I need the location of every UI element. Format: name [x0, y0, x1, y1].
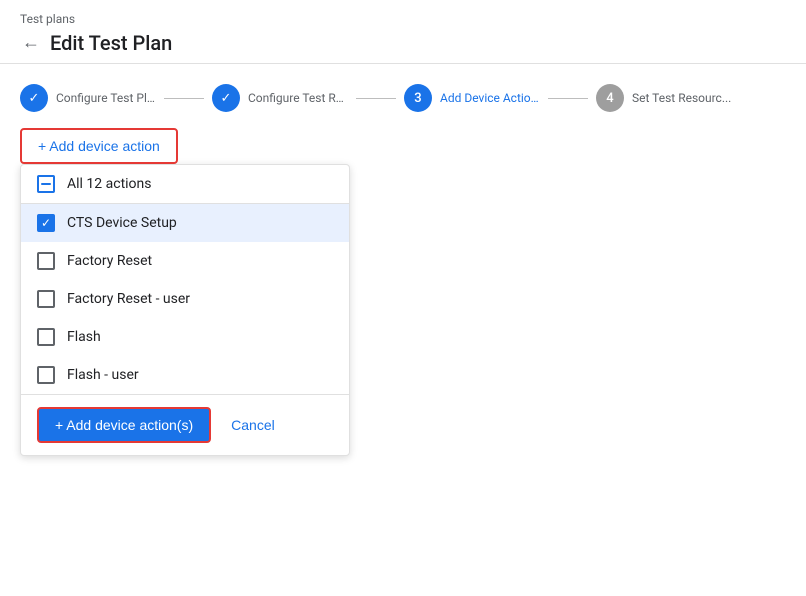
step-2: ✓ Configure Test Ru... [212, 84, 348, 112]
label-factory-reset: Factory Reset [67, 253, 152, 269]
stepper: ✓ Configure Test Pl... ✓ Configure Test … [0, 64, 806, 128]
title-row: ← Edit Test Plan [20, 30, 786, 55]
all-actions-label: All 12 actions [67, 176, 152, 192]
all-actions-checkbox[interactable] [37, 175, 55, 193]
breadcrumb: Test plans [20, 12, 786, 26]
label-flash-user: Flash - user [67, 367, 139, 383]
page-container: Test plans ← Edit Test Plan ✓ Configure … [0, 0, 806, 596]
checkbox-flash-user[interactable] [37, 366, 55, 384]
step-connector-2 [356, 98, 396, 99]
step-circle-1: ✓ [20, 84, 48, 112]
step-label-1: Configure Test Pl... [56, 91, 156, 105]
list-item-flash[interactable]: Flash [21, 318, 349, 356]
checkbox-factory-reset-user[interactable] [37, 290, 55, 308]
list-item-cts-device-setup[interactable]: CTS Device Setup [21, 204, 349, 242]
step-connector-3 [548, 98, 588, 99]
step-label-4: Set Test Resourc... [632, 91, 731, 105]
label-factory-reset-user: Factory Reset - user [67, 291, 190, 307]
page-title: Edit Test Plan [50, 31, 172, 55]
step-circle-3: 3 [404, 84, 432, 112]
label-cts-device-setup: CTS Device Setup [67, 215, 177, 231]
checkbox-factory-reset[interactable] [37, 252, 55, 270]
dropdown-list: All 12 actions CTS Device Setup Factory … [21, 165, 349, 394]
list-item-factory-reset[interactable]: Factory Reset [21, 242, 349, 280]
all-actions-item[interactable]: All 12 actions [21, 165, 349, 203]
list-item-factory-reset-user[interactable]: Factory Reset - user [21, 280, 349, 318]
label-flash: Flash [67, 329, 101, 345]
checkbox-flash[interactable] [37, 328, 55, 346]
back-button[interactable]: ← [20, 30, 42, 55]
list-item-flash-user[interactable]: Flash - user [21, 356, 349, 394]
step-connector-1 [164, 98, 204, 99]
checkbox-cts-device-setup[interactable] [37, 214, 55, 232]
dropdown-footer: + Add device action(s) Cancel [21, 394, 349, 455]
cancel-button[interactable]: Cancel [227, 409, 279, 441]
add-device-action-button[interactable]: + Add device action [20, 128, 178, 164]
step-4: 4 Set Test Resourc... [596, 84, 731, 112]
step-label-2: Configure Test Ru... [248, 91, 348, 105]
main-content: + Add device action All 12 actions CTS D… [0, 128, 806, 456]
step-circle-4: 4 [596, 84, 624, 112]
dropdown-panel: All 12 actions CTS Device Setup Factory … [20, 164, 350, 456]
add-device-actions-button[interactable]: + Add device action(s) [37, 407, 211, 443]
header: Test plans ← Edit Test Plan [0, 0, 806, 64]
step-1: ✓ Configure Test Pl... [20, 84, 156, 112]
step-circle-2: ✓ [212, 84, 240, 112]
step-3: 3 Add Device Actio... [404, 84, 540, 112]
step-label-3: Add Device Actio... [440, 91, 540, 105]
